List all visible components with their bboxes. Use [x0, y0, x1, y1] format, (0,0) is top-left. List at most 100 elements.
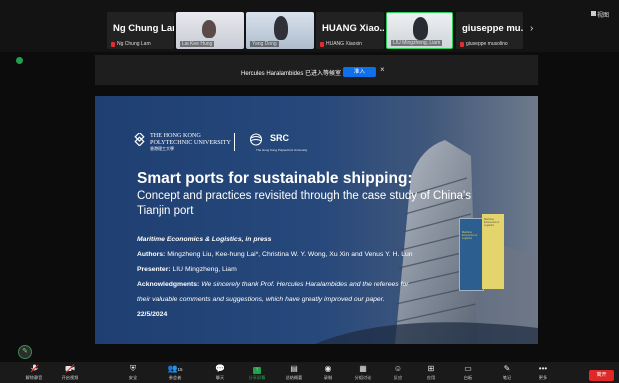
participants-icon: 👥15: [167, 364, 183, 373]
breakout-rooms-icon: ▦: [359, 364, 367, 373]
whiteboard-icon: ▭: [464, 364, 472, 373]
breakout-rooms-button[interactable]: ▦ 分组讨论: [346, 364, 380, 383]
presenter-label: Presenter:: [137, 266, 171, 273]
toolbar-label: 安全: [128, 375, 138, 380]
admit-button[interactable]: 准入: [343, 67, 376, 77]
share-screen-button[interactable]: ↑ 分享屏幕: [240, 364, 274, 383]
toolbar-label: 反应: [393, 375, 403, 380]
authors-label: Authors:: [137, 251, 166, 258]
journal-line: Maritime Economics & Logistics, in press: [137, 236, 272, 243]
shield-status-icon[interactable]: [16, 57, 23, 64]
src-logo-text: SRC: [270, 133, 290, 143]
polyu-name-line2: POLYTECHNIC UNIVERSITY: [150, 138, 232, 146]
toolbar-label: 参会者: [168, 375, 182, 380]
toolbar-label: 分享屏幕: [248, 375, 266, 380]
journal-cover-image: Maritime Economics & Logistics: [482, 214, 504, 289]
toolbar-label: 解除静音: [25, 375, 43, 380]
polyu-chinese-name: 香港理工大學: [150, 146, 174, 151]
summary-icon: ▤: [290, 364, 298, 373]
leave-button[interactable]: 离开: [589, 370, 614, 381]
participant-label: LIU Mingzheng, Liam: [393, 40, 441, 46]
video-camera-icon: [53, 364, 87, 373]
book-title: Maritime Economics & Logistics: [462, 231, 478, 240]
participant-video-tile[interactable]: Yang Dong: [246, 12, 314, 49]
ack-text-1: We sincerely thank Prof. Hercules Harala…: [199, 281, 409, 288]
chat-icon: 💬: [215, 364, 225, 373]
slide-title: Smart ports for sustainable shipping:: [137, 170, 413, 187]
participant-name: Ng Chung Lam: [113, 23, 174, 34]
polyu-name: THE HONG KONG POLYTECHNIC UNIVERSITY: [150, 132, 232, 146]
presenter-line: Presenter: LIU Mingzheng, Liam: [137, 266, 237, 273]
participant-label: HUANG Xiaoxin: [326, 41, 362, 47]
reactions-button[interactable]: ☺ 反应: [381, 364, 415, 383]
more-icon: •••: [538, 364, 548, 373]
toolbar-label: 应用: [426, 375, 436, 380]
participant-label: Yang Dong: [252, 41, 277, 47]
polyu-logo-icon: [134, 133, 145, 146]
share-screen-icon: ↑: [240, 364, 274, 374]
participant-avatar: [413, 17, 428, 40]
src-logo-icon: [250, 133, 262, 146]
logo-divider: [234, 133, 235, 151]
mic-muted-icon: [320, 41, 324, 47]
authors-line: Authors: Mingzheng Liu, Kee-hung Lai*, C…: [137, 251, 413, 258]
slide-subtitle: Concept and practices revisited through …: [137, 190, 471, 217]
toolbar-label: 聊天: [215, 375, 225, 380]
participant-label: Ng Chung Lam: [117, 41, 151, 47]
acknowledgments-line: Acknowledgments: We sincerely thank Prof…: [137, 281, 409, 288]
start-video-button[interactable]: 开启视频: [53, 364, 87, 383]
participant-tile[interactable]: Ng Chung Lam Ng Chung Lam: [107, 12, 174, 49]
close-icon[interactable]: ×: [380, 65, 385, 74]
view-label[interactable]: 视图: [597, 10, 609, 19]
src-logo-subtitle: The Hong Kong Polytechnic University: [256, 148, 308, 152]
apps-button[interactable]: ⊞ 应用: [414, 364, 448, 383]
participant-avatar: [274, 16, 288, 40]
participant-video-tile[interactable]: Lai Kee Hung: [176, 12, 244, 49]
mic-muted-icon: [460, 41, 464, 47]
chat-button[interactable]: 💬 聊天: [203, 364, 237, 383]
notification-text: Hercules Haralambides 已进入等候室: [241, 71, 342, 77]
participant-label: giuseppe musolino: [466, 41, 508, 47]
ack-text-2: their valuable comments and suggestions,…: [137, 296, 385, 303]
chevron-right-icon[interactable]: ›: [530, 23, 533, 34]
record-icon: ◉: [324, 364, 332, 373]
participant-avatar: [202, 20, 216, 38]
participant-video-tile-active-speaker[interactable]: LIU Mingzheng, Liam: [386, 12, 453, 49]
participant-count: 15: [177, 367, 183, 372]
more-button[interactable]: ••• 更多: [526, 364, 560, 383]
toolbar-label: 录制: [323, 375, 333, 380]
toolbar-label: 更多: [538, 375, 548, 380]
whiteboard-button[interactable]: ▭ 白板: [451, 364, 485, 383]
participants-button[interactable]: 👥15 参会者: [158, 364, 192, 383]
unmute-button[interactable]: 解除静音: [17, 364, 51, 383]
mic-muted-icon: [111, 41, 115, 47]
participant-tile[interactable]: HUANG Xiao... HUANG Xiaoxin: [316, 12, 384, 49]
journal-cover-image: Maritime Economics & Logistics: [459, 218, 484, 291]
notes-icon: ✎: [503, 364, 511, 373]
shield-icon: ⛨: [130, 364, 136, 373]
view-icon[interactable]: [591, 11, 596, 16]
toolbar-label: 开启视频: [61, 375, 79, 380]
security-button[interactable]: ⛨ 安全: [116, 364, 150, 383]
record-button[interactable]: ◉ 录制: [311, 364, 345, 383]
acknowledgments-line-2: their valuable comments and suggestions,…: [137, 296, 385, 303]
toolbar-label: 笔记: [502, 375, 512, 380]
book-title: Maritime Economics & Logistics: [484, 218, 500, 227]
participant-name: HUANG Xiao...: [322, 23, 384, 34]
authors-value: Mingzheng Liu, Kee-hung Lai*, Christina …: [165, 251, 413, 258]
annotate-pencil-icon[interactable]: ✎: [18, 345, 32, 359]
presenter-value: LIU Mingzheng, Liam: [170, 266, 237, 273]
presentation-date: 22/5/2024: [137, 311, 168, 318]
reactions-icon: ☺: [393, 364, 403, 373]
participant-name: giuseppe mu...: [462, 23, 523, 34]
notes-button[interactable]: ✎ 笔记: [490, 364, 524, 383]
participant-label: Lai Kee Hung: [182, 41, 213, 47]
toolbar-label: 总结概要: [285, 375, 303, 380]
apps-icon: ⊞: [427, 364, 435, 373]
microphone-icon: [17, 364, 51, 373]
toolbar-label: 白板: [463, 375, 473, 380]
participant-tile[interactable]: giuseppe mu... giuseppe musolino: [456, 12, 523, 49]
toolbar-label: 分组讨论: [354, 375, 372, 380]
ack-label: Acknowledgments:: [137, 281, 200, 288]
summary-button[interactable]: ▤ 总结概要: [277, 364, 311, 383]
